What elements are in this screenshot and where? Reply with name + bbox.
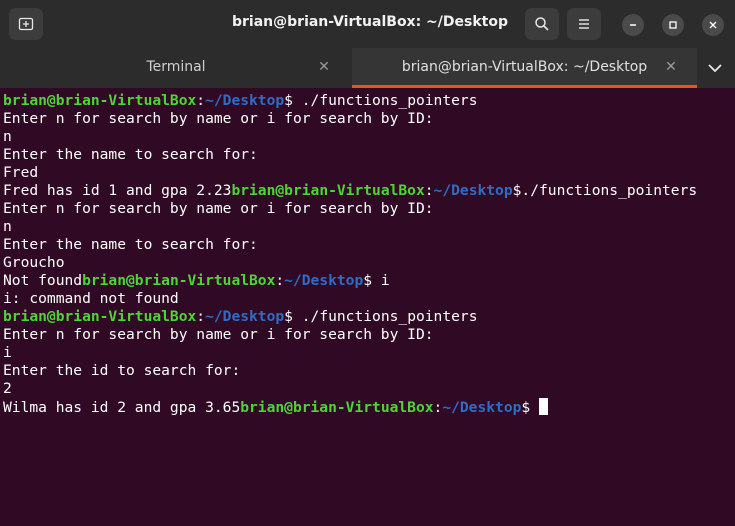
search-button[interactable] — [525, 8, 559, 40]
tab-close-icon[interactable]: ✕ — [662, 58, 680, 76]
menu-button[interactable] — [567, 8, 601, 40]
text-cursor — [539, 398, 548, 415]
new-tab-button[interactable] — [9, 8, 43, 40]
terminal-line: Enter the name to search for: — [3, 146, 258, 163]
terminal-line: Enter the id to search for: — [3, 362, 241, 379]
minimize-button[interactable] — [622, 14, 644, 36]
terminal-output[interactable]: brian@brian-VirtualBox:~/Desktop$ ./func… — [0, 89, 735, 526]
terminal-line: Fred has id 1 and gpa 2.23brian@brian-Vi… — [3, 182, 698, 199]
close-button[interactable] — [702, 14, 724, 36]
chevron-down-icon[interactable] — [705, 60, 725, 76]
terminal-line: n — [3, 218, 12, 235]
terminal-line: brian@brian-VirtualBox:~/Desktop$ ./func… — [3, 308, 478, 325]
tab-label: Terminal — [146, 59, 206, 75]
tab-label: brian@brian-VirtualBox: ~/Desktop — [401, 59, 648, 75]
tab-desktop[interactable]: brian@brian-VirtualBox: ~/Desktop ✕ — [352, 48, 697, 88]
terminal-line: i — [3, 344, 12, 361]
terminal-line: 2 — [3, 380, 12, 397]
terminal-line: i: command not found — [3, 290, 179, 307]
terminal-line: Enter n for search by name or i for sear… — [3, 110, 434, 127]
tab-close-icon[interactable]: ✕ — [315, 58, 333, 76]
tab-bar: Terminal ✕ brian@brian-VirtualBox: ~/Des… — [0, 48, 735, 88]
terminal-line: Groucho — [3, 254, 65, 271]
terminal-line: n — [3, 128, 12, 145]
terminal-line: Enter the name to search for: — [3, 236, 258, 253]
terminal-window: brian@brian-VirtualBox: ~/Desktop Termin… — [0, 0, 735, 526]
minimize-icon — [630, 24, 636, 26]
window-title: brian@brian-VirtualBox: ~/Desktop — [232, 14, 508, 30]
search-icon — [535, 17, 549, 31]
terminal-line: Not foundbrian@brian-VirtualBox:~/Deskto… — [3, 272, 390, 289]
maximize-button[interactable] — [662, 14, 684, 36]
title-bar: brian@brian-VirtualBox: ~/Desktop — [0, 0, 735, 48]
terminal-line: brian@brian-VirtualBox:~/Desktop$ ./func… — [3, 92, 478, 109]
new-tab-icon — [18, 17, 34, 31]
terminal-line: Wilma has id 2 and gpa 3.65brian@brian-V… — [3, 398, 548, 416]
close-icon — [709, 21, 717, 29]
terminal-line: Fred — [3, 164, 39, 181]
hamburger-icon — [579, 19, 589, 29]
terminal-line: Enter n for search by name or i for sear… — [3, 326, 434, 343]
maximize-icon — [669, 21, 677, 29]
terminal-line: Enter n for search by name or i for sear… — [3, 200, 434, 217]
tab-terminal[interactable]: Terminal ✕ — [0, 48, 352, 88]
